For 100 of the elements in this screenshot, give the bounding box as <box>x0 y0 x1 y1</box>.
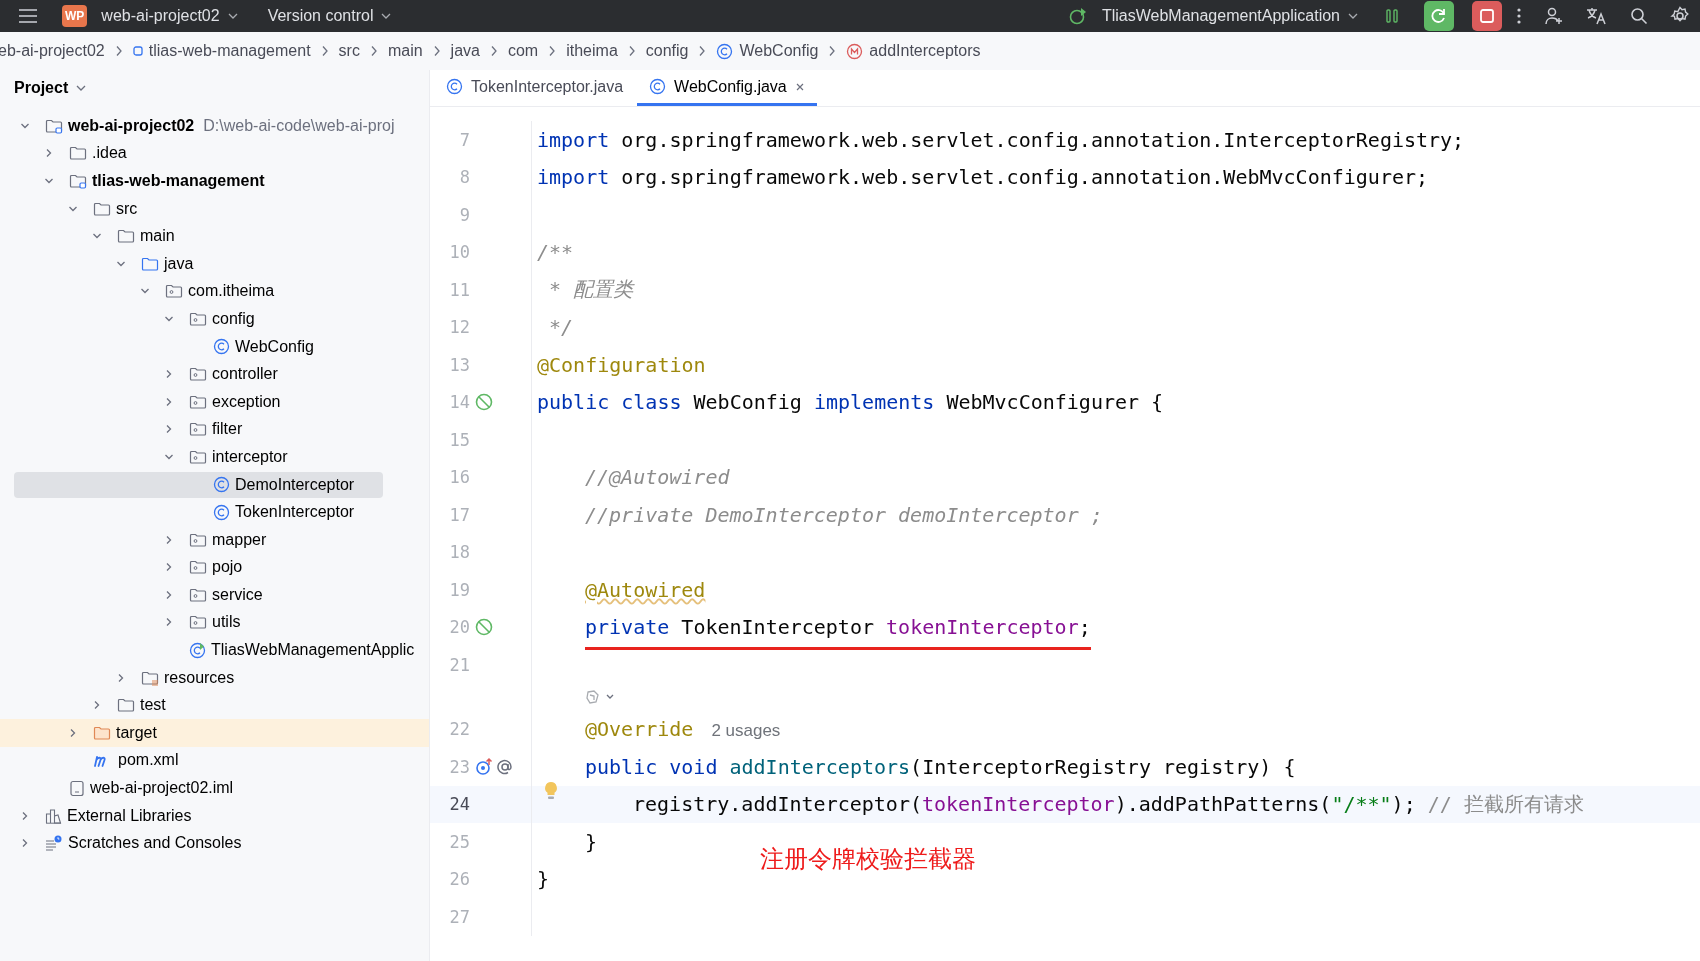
breadcrumb-item[interactable]: tlias-web-management <box>132 42 311 60</box>
breadcrumb-separator-icon <box>828 45 837 57</box>
tree-item[interactable]: WebConfig <box>14 333 425 360</box>
folder-icon <box>93 724 111 741</box>
code-text: } <box>585 829 598 854</box>
rerun-button[interactable] <box>1424 1 1454 31</box>
line-number: 20 <box>448 617 470 638</box>
expand-chevron-icon[interactable] <box>164 396 174 407</box>
expand-chevron-icon[interactable] <box>164 617 174 628</box>
override-icon[interactable] <box>474 756 494 777</box>
tree-item[interactable]: .idea <box>14 140 425 167</box>
expand-chevron-icon[interactable] <box>116 672 126 683</box>
application-icon <box>189 641 206 659</box>
folder-icon <box>117 228 135 245</box>
tree-item[interactable]: web-ai-project02 D:\web-ai-code\web-ai-proj <box>14 112 425 139</box>
breadcrumb-item[interactable]: src <box>338 42 360 60</box>
tree-item[interactable]: Scratches and Consoles <box>14 830 425 857</box>
expand-chevron-icon[interactable] <box>164 369 174 380</box>
more-icon[interactable] <box>1516 7 1522 25</box>
expand-chevron-icon[interactable] <box>164 562 174 573</box>
run-configuration-dropdown[interactable]: TliasWebManagementApplication <box>1097 5 1362 27</box>
line-number: 21 <box>448 654 470 675</box>
breadcrumb-item[interactable]: main <box>387 42 423 60</box>
breadcrumb-item[interactable]: itheima <box>566 42 618 60</box>
caret-icon <box>1348 12 1358 20</box>
package-icon <box>165 283 183 300</box>
tree-item[interactable]: config <box>14 305 425 332</box>
expand-chevron-icon[interactable] <box>164 589 174 600</box>
tree-item[interactable]: test <box>14 692 425 719</box>
line-number: 27 <box>448 906 470 927</box>
package-icon <box>189 559 207 576</box>
tree-item[interactable]: resources <box>14 664 425 691</box>
translate-icon[interactable] <box>1586 6 1608 26</box>
expand-chevron-icon[interactable] <box>44 148 54 159</box>
class-icon <box>716 42 734 60</box>
breadcrumb-item[interactable]: WebConfig <box>716 42 819 60</box>
collapse-chevron-icon[interactable] <box>44 176 54 186</box>
ai-assistant-icon[interactable] <box>585 689 615 705</box>
editor-tab[interactable]: TokenInterceptor.java <box>434 70 636 106</box>
tree-item[interactable]: src <box>14 195 425 222</box>
bean-icon[interactable] <box>474 617 494 638</box>
folder-icon <box>141 669 159 686</box>
tree-item[interactable]: interceptor <box>14 443 425 470</box>
line-number: 19 <box>448 579 470 600</box>
breadcrumb-item[interactable]: config <box>645 42 689 60</box>
tree-item[interactable]: web-ai-project02.iml <box>14 775 425 802</box>
tree-item[interactable]: java <box>14 250 425 277</box>
tree-item[interactable]: DemoInterceptor <box>14 471 383 498</box>
tree-item[interactable]: utils <box>14 609 425 636</box>
expand-chevron-icon[interactable] <box>20 810 30 821</box>
expand-chevron-icon[interactable] <box>92 700 102 711</box>
tree-item[interactable]: TokenInterceptor <box>14 499 425 526</box>
project-dropdown[interactable]: web-ai-project02 <box>97 5 242 27</box>
tree-item[interactable]: main <box>14 223 425 250</box>
tree-item[interactable]: com.itheima <box>14 278 425 305</box>
expand-chevron-icon[interactable] <box>164 534 174 545</box>
search-icon[interactable] <box>1630 7 1648 25</box>
pause-icon[interactable] <box>1384 8 1400 24</box>
tree-item[interactable]: mapper <box>14 526 425 553</box>
version-control-dropdown[interactable]: Version control <box>263 5 396 27</box>
tree-item[interactable]: TliasWebManagementApplic <box>14 637 425 664</box>
breadcrumb-item[interactable]: java <box>450 42 480 60</box>
code-text: registry.addInterceptor(tokenInterceptor).addPathPatterns("/**"); // 拦截所有请求 <box>633 790 1584 818</box>
tree-item[interactable]: controller <box>14 361 425 388</box>
tree-item[interactable]: filter <box>14 416 425 443</box>
folder-icon <box>93 200 111 217</box>
line-number: 15 <box>448 429 470 450</box>
tree-item[interactable]: External Libraries <box>14 802 425 829</box>
project-panel-title[interactable]: Project <box>14 79 87 97</box>
annotation-text: 注册令牌校验拦截器 <box>760 844 976 875</box>
tree-item[interactable]: service <box>14 581 425 608</box>
line-number: 22 <box>448 719 470 740</box>
caret-icon <box>76 84 87 92</box>
stop-button[interactable] <box>1472 1 1502 31</box>
lightbulb-icon[interactable] <box>544 780 558 801</box>
class-icon <box>213 338 230 356</box>
add-user-icon[interactable] <box>1544 6 1564 26</box>
line-number: 26 <box>448 869 470 890</box>
tree-item[interactable]: exception <box>14 388 425 415</box>
expand-chevron-icon[interactable] <box>20 838 30 849</box>
package-icon <box>189 393 207 410</box>
code-text: private TokenInterceptor tokenInterceptor; <box>585 615 1091 651</box>
tree-item[interactable]: pojo <box>14 554 425 581</box>
breadcrumb-item[interactable]: com <box>507 42 539 60</box>
tree-item[interactable]: pom.xml <box>14 747 425 774</box>
folder-icon <box>141 255 159 272</box>
editor-tab[interactable]: WebConfig.java <box>637 70 817 106</box>
breadcrumb-item[interactable]: addInterceptors <box>846 42 981 60</box>
file-icon <box>69 779 85 797</box>
menu-icon[interactable] <box>18 8 38 24</box>
bean-icon[interactable] <box>474 392 494 413</box>
breadcrumb-separator-icon <box>627 45 636 57</box>
expand-chevron-icon[interactable] <box>164 424 174 435</box>
expand-chevron-icon[interactable] <box>68 727 78 738</box>
line-number: 18 <box>448 542 470 563</box>
class-icon <box>446 78 463 95</box>
code-text: } <box>537 867 550 892</box>
tree-item[interactable]: tlias-web-management <box>14 168 425 194</box>
close-icon[interactable] <box>794 81 805 92</box>
line-number: 14 <box>448 392 470 413</box>
